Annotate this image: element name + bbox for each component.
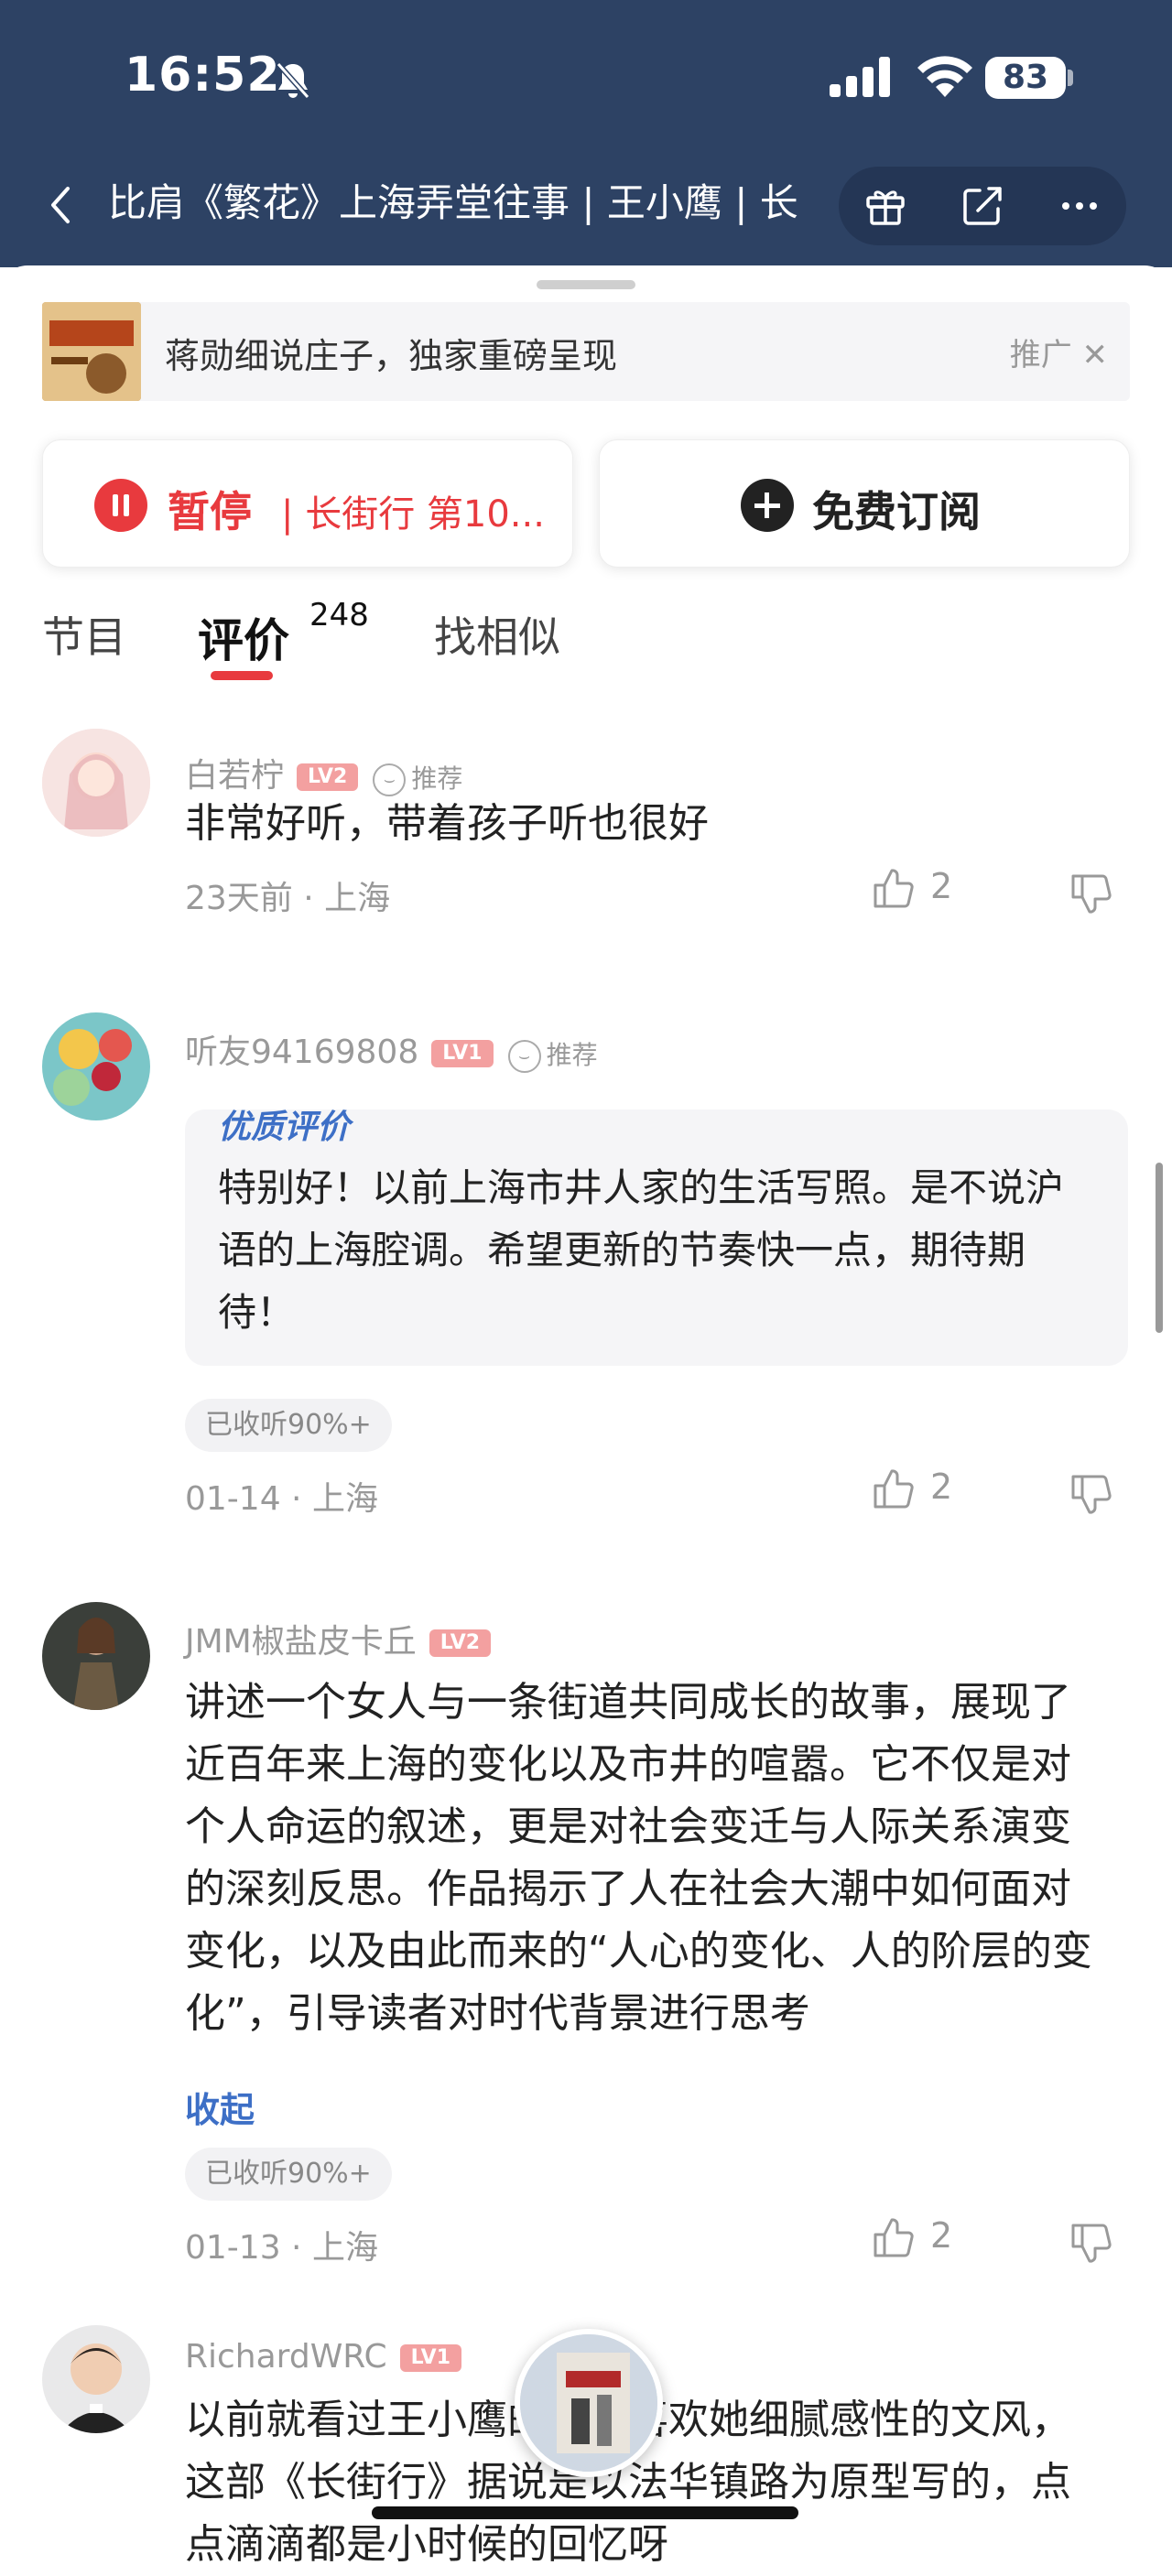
thumbs-down-icon[interactable] bbox=[1069, 871, 1113, 915]
review-text: 讲述一个女人与一条街道共同成长的故事，展现了近百年来上海的变化以及市井的喧嚣。它… bbox=[185, 1679, 1092, 2037]
listened-badge: 已收听90%+ bbox=[185, 1399, 392, 1452]
ad-close-tag[interactable]: 推广 ✕ bbox=[1010, 330, 1108, 374]
review-text: 特别好！以前上海市井人家的生活写照。是不说沪语的上海腔调。希望更新的节奏快一点，… bbox=[218, 1165, 1065, 1335]
avatar[interactable] bbox=[42, 1012, 150, 1120]
sheet-drag-handle[interactable] bbox=[537, 280, 635, 289]
active-tab-indicator bbox=[211, 671, 273, 680]
like-count: 2 bbox=[930, 866, 953, 906]
quality-review-tag: 优质评价 bbox=[218, 1109, 351, 1146]
now-playing-episode: | 长街行 第10... bbox=[281, 493, 545, 536]
like-count: 2 bbox=[930, 1467, 953, 1507]
more-icon[interactable] bbox=[1057, 183, 1102, 229]
scrollbar[interactable] bbox=[1156, 1163, 1163, 1333]
review-meta: 01-14 · 上海 bbox=[185, 1480, 378, 1518]
review-meta: 23天前 · 上海 bbox=[185, 880, 391, 917]
ad-banner[interactable]: 蒋勋细说庄子，独家重磅呈现 推广 ✕ bbox=[42, 302, 1130, 401]
like-button[interactable]: 2 bbox=[872, 866, 952, 911]
username-text: JMM椒盐皮卡丘 bbox=[185, 1623, 417, 1661]
level-badge: LV2 bbox=[297, 763, 359, 791]
ad-thumbnail bbox=[42, 302, 141, 401]
status-time: 16:52 bbox=[125, 48, 281, 103]
thumbs-down-icon[interactable] bbox=[1069, 2221, 1113, 2265]
level-badge: LV1 bbox=[399, 2344, 461, 2372]
home-indicator[interactable] bbox=[372, 2506, 798, 2519]
tab-episodes[interactable]: 节目 bbox=[42, 604, 126, 665]
like-button[interactable]: 2 bbox=[872, 2215, 952, 2260]
tab-reviews[interactable]: 评价 bbox=[198, 604, 289, 670]
wifi-icon bbox=[917, 56, 972, 97]
review-meta: 01-13 · 上海 bbox=[185, 2229, 378, 2267]
silent-bell-icon bbox=[276, 62, 310, 99]
comment-sheet: 蒋勋细说庄子，独家重磅呈现 推广 ✕ 暂停 | 长街行 第10... 免费订阅 … bbox=[0, 265, 1172, 2568]
mini-player-disc[interactable] bbox=[515, 2329, 663, 2477]
pause-icon bbox=[94, 479, 147, 532]
back-arrow-icon[interactable] bbox=[40, 183, 84, 227]
ad-text: 蒋勋细说庄子，独家重磅呈现 bbox=[165, 336, 618, 376]
username-text: 白若柠 bbox=[185, 757, 285, 795]
collapse-link[interactable]: 收起 bbox=[185, 2082, 255, 2132]
player-actions: 暂停 | 长街行 第10... 免费订阅 bbox=[42, 439, 1130, 571]
avatar[interactable] bbox=[42, 729, 150, 837]
battery-indicator: 83 bbox=[985, 57, 1066, 99]
avatar[interactable] bbox=[42, 2325, 150, 2433]
review-username: RichardWRC LV1 bbox=[185, 2338, 461, 2376]
review-count: 248 bbox=[309, 597, 369, 633]
tab-similar[interactable]: 找相似 bbox=[434, 604, 560, 665]
gift-icon[interactable] bbox=[863, 183, 908, 229]
subscribe-label: 免费订阅 bbox=[812, 487, 981, 536]
status-bar: 16:52 83 bbox=[0, 0, 1172, 156]
review-username: JMM椒盐皮卡丘 LV2 bbox=[185, 1615, 492, 1662]
username-text: 听友94169808 bbox=[185, 1034, 419, 1071]
pause-label: 暂停 bbox=[168, 487, 252, 536]
listened-badge: 已收听90%+ bbox=[185, 2148, 392, 2201]
cellular-signal-icon bbox=[830, 57, 890, 97]
level-badge: LV2 bbox=[429, 1629, 492, 1657]
recommend-text: 推荐 bbox=[546, 1039, 598, 1070]
nav-action-group bbox=[839, 167, 1126, 245]
thumbs-down-icon[interactable] bbox=[1069, 1472, 1113, 1516]
battery-nub bbox=[1068, 70, 1073, 86]
like-button[interactable]: 2 bbox=[872, 1467, 952, 1511]
thumbs-up-icon bbox=[874, 2217, 914, 2257]
recommend-tag: ⌣ 推荐 bbox=[373, 759, 462, 796]
smile-icon: ⌣ bbox=[373, 763, 407, 796]
quality-review-box: 优质评价 特别好！以前上海市井人家的生活写照。是不说沪语的上海腔调。希望更新的节… bbox=[185, 1109, 1128, 1366]
review-username: 白若柠 LV2 ⌣ 推荐 bbox=[185, 749, 462, 796]
plus-icon bbox=[741, 479, 794, 532]
smile-icon: ⌣ bbox=[507, 1039, 541, 1073]
review-text: 非常好听，带着孩子听也很好 bbox=[185, 800, 709, 847]
username-text: RichardWRC bbox=[185, 2338, 387, 2376]
like-count: 2 bbox=[930, 2215, 953, 2256]
recommend-tag: ⌣ 推荐 bbox=[507, 1035, 598, 1073]
pause-button[interactable]: 暂停 | 长街行 第10... bbox=[42, 439, 573, 568]
level-badge: LV1 bbox=[431, 1040, 494, 1067]
review-username: 听友94169808 LV1 ⌣ 推荐 bbox=[185, 1025, 598, 1073]
thumbs-up-icon bbox=[874, 1468, 914, 1508]
thumbs-up-icon bbox=[874, 868, 914, 907]
page-title: 比肩《繁花》上海弄堂往事 | 王小鹰 | 长 bbox=[108, 180, 798, 225]
tab-bar: 节目 评价 248 找相似 bbox=[42, 595, 1130, 668]
avatar[interactable] bbox=[42, 1602, 150, 1710]
recommend-text: 推荐 bbox=[411, 763, 463, 794]
share-icon[interactable] bbox=[960, 183, 1005, 229]
top-bar: 16:52 83 比肩《繁花》上海弄堂往事 | 王小鹰 | 长 bbox=[0, 0, 1172, 267]
nav-bar: 比肩《繁花》上海弄堂往事 | 王小鹰 | 长 bbox=[0, 156, 1172, 256]
subscribe-button[interactable]: 免费订阅 bbox=[599, 439, 1130, 568]
